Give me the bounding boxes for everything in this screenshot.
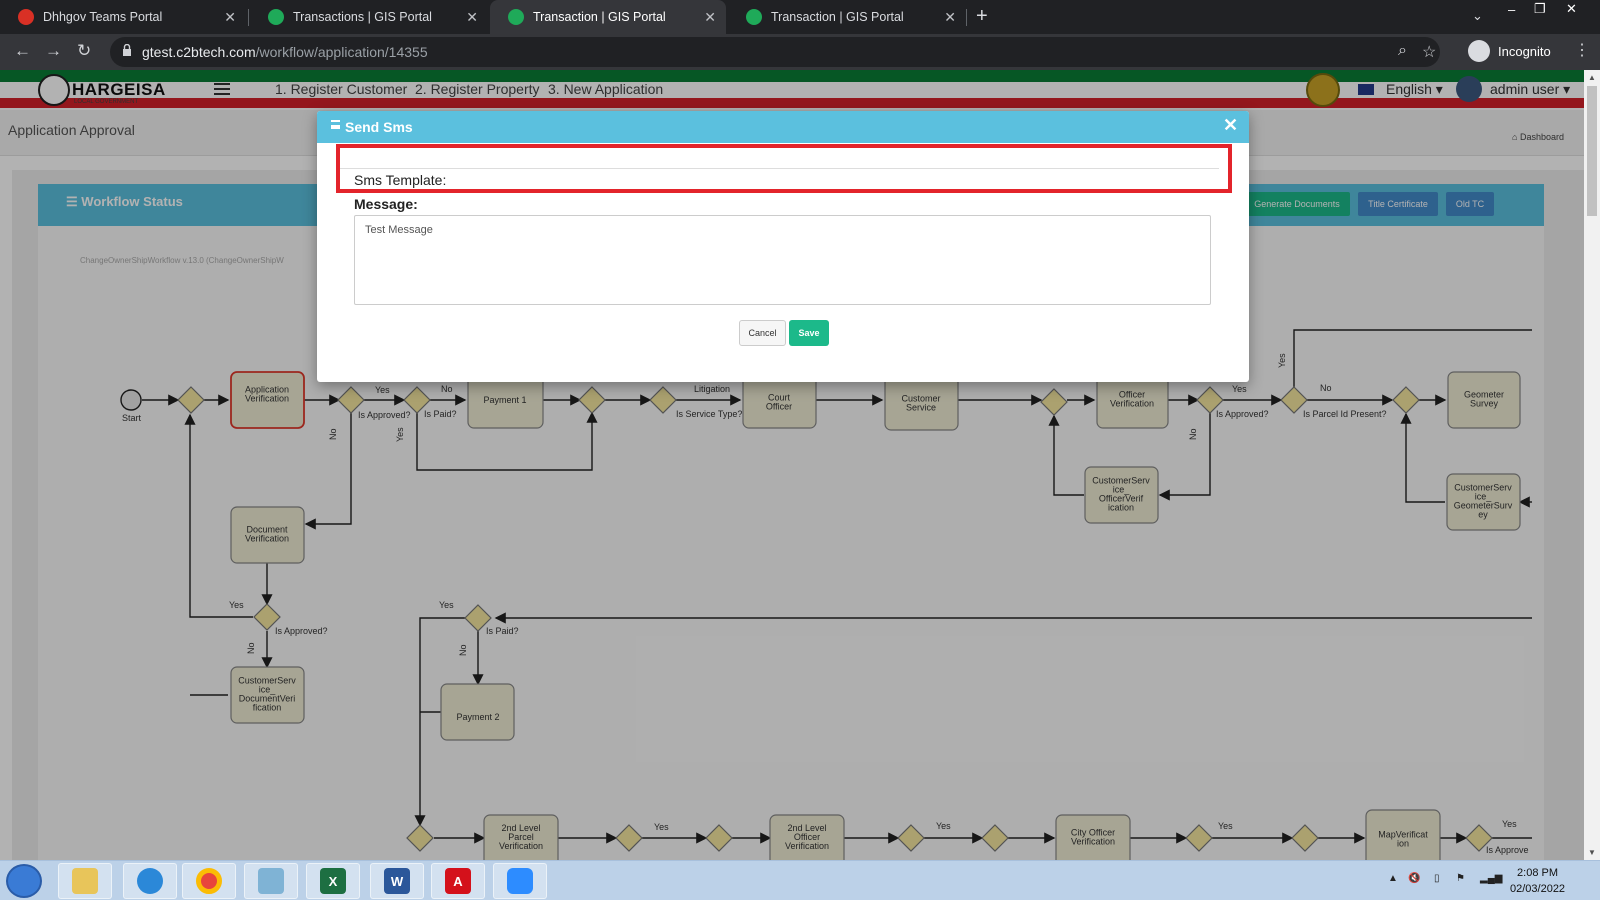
bookmark-star-icon[interactable]: ☆ [1422,42,1436,62]
chrome-icon [196,868,222,894]
gis-favicon-icon [746,9,762,25]
taskbar-edge[interactable] [123,863,177,899]
tab-search-chevron-icon[interactable]: ⌄ [1472,8,1483,24]
message-label: Message: [354,196,418,212]
zoom-app-icon [507,868,533,894]
browser-menu-icon[interactable]: ⋮ [1574,40,1590,60]
window-close-icon[interactable]: ✕ [1566,1,1577,17]
excel-icon: X [320,868,346,894]
dialog-close-icon[interactable]: ✕ [1223,115,1238,136]
back-arrow-icon[interactable]: ← [14,41,31,61]
taskbar-excel[interactable]: X [306,863,360,899]
page-scrollbar[interactable]: ▲ ▼ [1584,70,1600,860]
send-sms-dialog: Send Sms ✕ Sms Template: Message: Test M… [317,111,1249,382]
notepad-icon [258,868,284,894]
signal-icon[interactable]: ▂▄▆ [1480,873,1502,884]
taskbar-acrobat[interactable]: A [431,863,485,899]
taskbar-zoom[interactable] [493,863,547,899]
scroll-up-icon[interactable]: ▲ [1588,73,1596,82]
dialog-title: Send Sms [345,119,413,135]
close-tab-icon[interactable]: ✕ [224,9,236,26]
tray-expand-icon[interactable]: ▲ [1388,873,1398,884]
system-clock[interactable]: 2:08 PM 02/03/2022 [1510,865,1565,897]
browser-tab-2[interactable]: Transactions | GIS Portal ✕ [250,0,488,34]
scroll-down-icon[interactable]: ▼ [1588,848,1596,857]
tab-title: Transaction | GIS Portal [533,10,666,24]
browser-tab-3-active[interactable]: Transaction | GIS Portal ✕ [490,0,726,34]
taskbar-notepad[interactable] [244,863,298,899]
word-icon: W [384,868,410,894]
scrollbar-thumb[interactable] [1587,86,1597,216]
clock-time: 2:08 PM [1517,867,1559,879]
gis-favicon-icon [508,9,524,25]
battery-icon[interactable]: ▯ [1434,873,1440,884]
network-warning-icon[interactable]: ⚑ [1456,873,1465,884]
volume-icon[interactable]: 🔇 [1408,873,1420,884]
incognito-indicator[interactable]: Incognito [1468,40,1551,62]
browser-tab-1[interactable]: Dhhgov Teams Portal ✕ [0,0,246,34]
windows-taskbar: X W A ▲ 🔇 ▯ ⚑ ▂▄▆ 2:08 PM 02/03/2022 [0,860,1600,900]
url-text: gtest.c2btech.com/workflow/application/1… [142,44,428,60]
address-bar[interactable]: gtest.c2btech.com/workflow/application/1… [110,37,1440,67]
windows-start-icon[interactable] [6,864,42,898]
incognito-label: Incognito [1498,43,1551,59]
close-tab-icon[interactable]: ✕ [944,9,956,26]
browser-tab-bar: Dhhgov Teams Portal ✕ Transactions | GIS… [0,0,1600,34]
list-icon [331,120,340,129]
lock-icon [123,44,131,56]
highlight-annotation [336,144,1232,193]
minimize-icon[interactable]: – [1508,2,1515,17]
incognito-icon [1468,40,1490,62]
close-tab-icon[interactable]: ✕ [466,9,478,26]
new-tab-icon[interactable]: + [976,5,988,28]
taskbar-chrome[interactable] [182,863,236,899]
message-textarea[interactable]: Test Message [354,215,1211,305]
tab-title: Transactions | GIS Portal [293,10,432,24]
cancel-button[interactable]: Cancel [739,320,786,346]
save-button[interactable]: Save [789,320,829,346]
close-tab-icon[interactable]: ✕ [704,9,716,26]
zoom-icon[interactable]: ⌕ [1398,42,1407,60]
tab-title: Dhhgov Teams Portal [43,10,163,24]
tab-title: Transaction | GIS Portal [771,10,904,24]
taskbar-word[interactable]: W [370,863,424,899]
acrobat-icon: A [445,868,471,894]
browser-tab-4[interactable]: Transaction | GIS Portal ✕ [728,0,966,34]
restore-icon[interactable]: ❐ [1534,1,1546,17]
forward-arrow-icon[interactable]: → [45,41,62,61]
dialog-header: Send Sms ✕ [317,111,1249,143]
edge-icon [137,868,163,894]
browser-toolbar: ← → ↻ gtest.c2btech.com/workflow/applica… [0,34,1600,70]
teams-favicon-icon [18,9,34,25]
folder-icon [72,868,98,894]
taskbar-explorer[interactable] [58,863,112,899]
gis-favicon-icon [268,9,284,25]
clock-date: 02/03/2022 [1510,883,1566,895]
reload-icon[interactable]: ↻ [77,41,91,61]
